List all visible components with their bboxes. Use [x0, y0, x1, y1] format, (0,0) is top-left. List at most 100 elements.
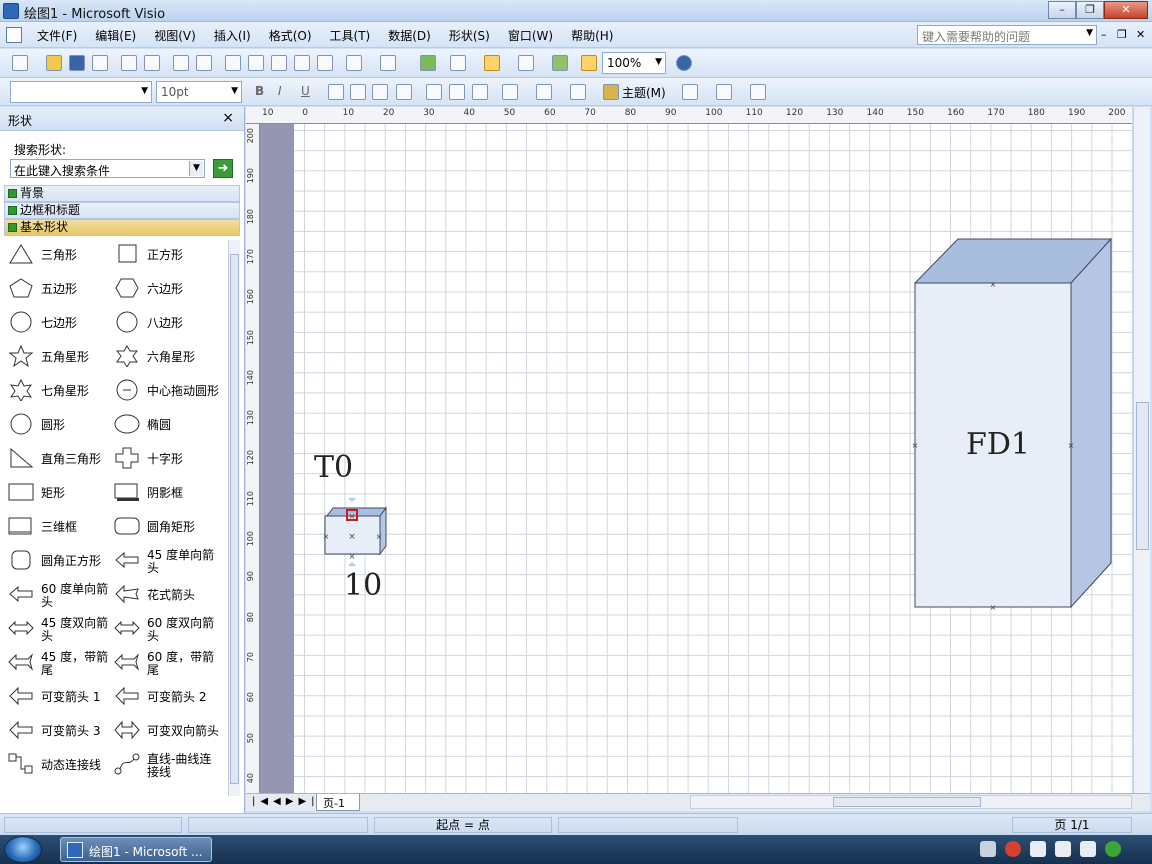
keyboard-icon[interactable] — [980, 841, 996, 857]
small-box-bottom-label[interactable]: 10 — [344, 568, 382, 603]
distribute-icon[interactable] — [396, 84, 412, 100]
shape-master-fancy-arrow[interactable]: 花式箭头 — [110, 577, 220, 611]
close-button[interactable]: ✕ — [1104, 1, 1148, 19]
shape-master-connector[interactable]: 动态连接线 — [4, 747, 114, 781]
scrollbar-thumb[interactable] — [833, 797, 981, 807]
close-icon[interactable]: × — [222, 110, 234, 126]
chevron-down-icon[interactable]: ▼ — [141, 86, 148, 96]
print-preview-icon[interactable] — [144, 55, 160, 71]
line-weight-icon[interactable] — [682, 84, 698, 100]
format-painter-icon[interactable] — [317, 55, 333, 71]
shape-master-tailed-arrow[interactable]: 45 度，带箭尾 — [4, 645, 114, 679]
shape-master-hexagon[interactable]: 六边形 — [110, 271, 220, 305]
security-icon[interactable] — [1005, 841, 1021, 857]
large-box-label[interactable]: FD1 — [966, 427, 1030, 462]
menu-data[interactable]: 数据(D) — [379, 27, 440, 44]
shape-master-double-var-arrow[interactable]: 可变双向箭头 — [110, 713, 220, 747]
shape-master-var-arrow[interactable]: 可变箭头 1 — [4, 679, 114, 713]
search-go-icon[interactable]: ➜ — [213, 159, 233, 178]
style-select[interactable]: ▼ — [10, 81, 152, 103]
menu-tools[interactable]: 工具(T) — [321, 27, 380, 44]
font-size-select[interactable]: 10pt ▼ — [156, 81, 242, 103]
shape-master-pentagon[interactable]: 五边形 — [4, 271, 114, 305]
fill-color-icon[interactable] — [570, 84, 586, 100]
shape-master-curve-connector[interactable]: 直线-曲线连接线 — [110, 747, 220, 781]
increase-indent-icon[interactable] — [472, 84, 488, 100]
chevron-down-icon[interactable]: ▼ — [189, 161, 203, 176]
volume-icon[interactable] — [1055, 841, 1071, 857]
chevron-down-icon[interactable]: ▼ — [231, 86, 238, 96]
shape-master-right-triangle[interactable]: 直角三角形 — [4, 441, 114, 475]
stencil-borders-titles[interactable]: 边框和标题 — [4, 202, 240, 219]
paste-icon[interactable] — [271, 55, 287, 71]
bullets-icon[interactable] — [426, 84, 442, 100]
menu-edit[interactable]: 编辑(E) — [86, 27, 145, 44]
permission-icon[interactable] — [92, 55, 108, 71]
line-pattern-icon[interactable] — [716, 84, 732, 100]
line-color-icon[interactable] — [536, 84, 552, 100]
menu-insert[interactable]: 插入(I) — [205, 27, 260, 44]
stencil-basic-shapes[interactable]: 基本形状 — [4, 219, 240, 236]
shape-master-double-arrow[interactable]: 45 度双向箭头 — [4, 611, 114, 645]
shape-master-ellipse[interactable]: 椭圆 — [110, 407, 220, 441]
large-3d-box-shape[interactable]: × × × × — [910, 234, 1116, 612]
page-navigation-icons[interactable]: |◀◀▶▶| — [252, 796, 320, 807]
small-box-top-label[interactable]: T0 — [314, 450, 353, 485]
menu-file[interactable]: 文件(F) — [28, 27, 86, 44]
align-left-icon[interactable] — [328, 84, 344, 100]
shape-master-rectangle[interactable]: 矩形 — [4, 475, 114, 509]
shape-master-star6[interactable]: 六角星形 — [110, 339, 220, 373]
shape-master-double-arrow[interactable]: 60 度双向箭头 — [110, 611, 220, 645]
redo-icon[interactable] — [380, 55, 396, 71]
delete-icon[interactable] — [294, 55, 310, 71]
page-tab-1[interactable]: 页-1 — [316, 794, 360, 811]
align-right-icon[interactable] — [372, 84, 388, 100]
shape-master-triangle[interactable]: 三角形 — [4, 237, 114, 271]
shape-master-arrow[interactable]: 60 度单向箭头 — [4, 577, 114, 611]
align-center-icon[interactable] — [350, 84, 366, 100]
shape-master-arrow[interactable]: 45 度单向箭头 — [110, 543, 220, 577]
underline-icon[interactable]: U — [301, 84, 310, 98]
shape-master-circle-drag[interactable]: 中心拖动圆形 — [110, 373, 220, 407]
theme-icon[interactable] — [603, 84, 619, 100]
print-icon[interactable] — [121, 55, 137, 71]
pan-zoom-icon[interactable] — [581, 55, 597, 71]
vertical-ruler[interactable]: 200 190 180 170 160 150 140 130 120 110 100 90 80 70 6… — [246, 124, 260, 794]
menu-help[interactable]: 帮助(H) — [562, 27, 622, 44]
shape-master-octagon[interactable]: 八边形 — [110, 305, 220, 339]
update-icon[interactable] — [1080, 841, 1096, 857]
new-document-icon[interactable] — [12, 55, 28, 71]
open-folder-icon[interactable] — [46, 55, 62, 71]
undo-icon[interactable] — [346, 55, 362, 71]
shapes-scrollbar[interactable] — [228, 240, 240, 796]
help-search-input[interactable]: 键入需要帮助的问题 ▼ — [917, 25, 1097, 45]
spelling-icon[interactable] — [173, 55, 189, 71]
shape-master-star7[interactable]: 七角星形 — [4, 373, 114, 407]
copy-icon[interactable] — [248, 55, 264, 71]
menu-shape[interactable]: 形状(S) — [440, 27, 499, 44]
search-shapes-input[interactable]: 在此键入搜索条件 ▼ — [10, 159, 205, 178]
bold-icon[interactable]: B — [255, 84, 264, 98]
shape-master-circle[interactable]: 圆形 — [4, 407, 114, 441]
shape-master-var-arrow[interactable]: 可变箭头 3 — [4, 713, 114, 747]
app-tray-icon[interactable] — [1105, 841, 1121, 857]
help-icon[interactable] — [676, 55, 692, 71]
zoom-select[interactable]: 100% ▼ — [602, 52, 666, 74]
network-icon[interactable] — [1030, 841, 1046, 857]
shape-master-square[interactable]: 正方形 — [110, 237, 220, 271]
shape-master-var-arrow[interactable]: 可变箭头 2 — [110, 679, 220, 713]
shape-master-cross[interactable]: 十字形 — [110, 441, 220, 475]
small-3d-box-shape[interactable]: × × × × × — [320, 496, 390, 572]
menu-view[interactable]: 视图(V) — [145, 27, 205, 44]
doc-close-button[interactable]: ✕ — [1136, 28, 1145, 41]
chevron-down-icon[interactable]: ▼ — [1086, 28, 1093, 38]
text-tool-icon[interactable] — [518, 55, 534, 71]
shape-master-rounded-rect[interactable]: 圆角矩形 — [110, 509, 220, 543]
connector-tool-icon[interactable] — [484, 55, 500, 71]
document-icon[interactable] — [6, 27, 22, 43]
drawing-page[interactable]: × × × × × T0 10 × × × × FD1 — [294, 124, 1132, 794]
windows-start-icon[interactable] — [4, 836, 42, 863]
research-icon[interactable] — [196, 55, 212, 71]
restore-button[interactable]: ❐ — [1076, 1, 1104, 19]
visio-app-icon[interactable] — [3, 3, 19, 19]
